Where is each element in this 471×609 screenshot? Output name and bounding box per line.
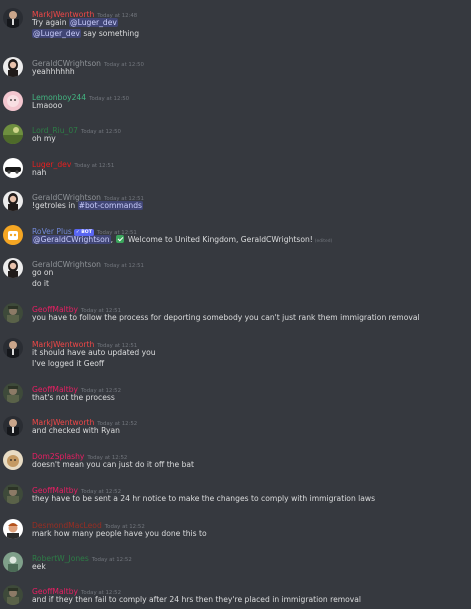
avatar-suit-man[interactable] [3, 416, 23, 436]
text-span: it should have auto updated you [32, 348, 156, 357]
text-span: nah [32, 168, 47, 177]
chat-message[interactable]: GeoffMaltby Today at 12:52 they have to be… [0, 482, 471, 512]
text-span: yeahhhhhh [32, 67, 75, 76]
user-mention[interactable]: @GeraldCWrightson [32, 235, 111, 244]
message-text: mark how many people have you done this … [32, 528, 207, 539]
message-timestamp[interactable]: Today at 12:50 [81, 129, 121, 135]
avatar-green-landscape[interactable] [3, 124, 23, 144]
chat-message[interactable]: Lord_Riu_07 Today at 12:50 oh my [0, 122, 471, 152]
text-span: and checked with Ryan [32, 426, 120, 435]
chat-message[interactable]: GeoffMaltby Today at 12:52 that's not the … [0, 381, 471, 411]
message-text: and if they then fail to comply after 24… [32, 594, 361, 605]
chat-message[interactable]: MarkJWentworth Today at 12:52 and checked … [0, 414, 471, 444]
text-span: they have to be sent a 24 hr notice to m… [32, 494, 376, 503]
chat-message[interactable]: GeraldCWrightson Today at 12:50 yeahhhhhh [0, 55, 471, 85]
text-span: !getroles in [32, 201, 78, 210]
text-span: Try again [32, 18, 70, 27]
text-span: you have to follow the process for depor… [32, 313, 420, 322]
text-span: and if they then fail to comply after 24… [32, 595, 362, 604]
message-text: !getroles in #bot-commands [32, 200, 144, 211]
message-text: they have to be sent a 24 hr notice to m… [32, 493, 375, 504]
message-text: that's not the process [32, 392, 115, 403]
avatar-green-figure[interactable] [3, 552, 23, 572]
message-text: doesn't mean you can just do it off the … [32, 459, 194, 470]
text-span: doesn't mean you can just do it off the … [32, 460, 195, 469]
chat-message[interactable]: Luger_dev Today at 12:51 nah [0, 156, 471, 186]
avatar-dog[interactable] [3, 450, 23, 470]
avatar-soldier[interactable] [3, 303, 23, 323]
text-span: do it [32, 279, 49, 288]
text-span: I've logged it Geoff [32, 359, 105, 368]
avatar-ginger-man[interactable] [3, 519, 23, 539]
message-header: RobertW_Jones Today at 12:52 [32, 550, 132, 566]
text-span: oh my [32, 134, 56, 143]
chat-message[interactable]: RoVer Plus ✓ BOT Today at 12:51 @GeraldCWri… [0, 223, 471, 253]
message-text: it should have auto updated you [32, 347, 156, 358]
message-timestamp[interactable]: Today at 12:51 [104, 263, 144, 269]
avatar-soldier[interactable] [3, 585, 23, 605]
user-mention[interactable]: @Luger_dev [32, 29, 81, 38]
chat-message[interactable]: Lemonboy244 Today at 12:50 Lmaooo [0, 89, 471, 119]
check-mark-icon [116, 235, 125, 243]
message-text: @GeraldCWrightson, Welcome to United Kin… [32, 234, 332, 247]
message-timestamp[interactable]: Today at 12:51 [74, 163, 114, 169]
avatar-rover-bot[interactable] [3, 225, 23, 245]
chat-message[interactable]: DesmondMacLeod Today at 12:52 mark how man… [0, 517, 471, 547]
message-text: I've logged it Geoff [32, 358, 104, 369]
text-span: eek [32, 562, 46, 571]
avatar-pink-face[interactable] [3, 91, 23, 111]
text-span: go on [32, 268, 54, 277]
avatar-suit-man[interactable] [3, 338, 23, 358]
chat-message[interactable]: GeraldCWrightson Today at 12:51 go on do it [0, 256, 471, 289]
avatar-woman-dark-hair[interactable] [3, 258, 23, 278]
chat-message[interactable]: GeraldCWrightson Today at 12:51 !getroles … [0, 189, 471, 219]
message-timestamp[interactable]: Today at 12:52 [92, 557, 132, 563]
message-text: nah [32, 167, 46, 178]
chat-message[interactable]: RobertW_Jones Today at 12:52 eek [0, 550, 471, 580]
message-text: do it [32, 278, 49, 289]
chat-message[interactable]: MarkJWentworth Today at 12:51 it should ha… [0, 336, 471, 369]
message-timestamp[interactable]: Today at 12:50 [89, 96, 129, 102]
message-text: oh my [32, 133, 56, 144]
avatar-suit-man[interactable] [3, 8, 23, 28]
message-text: Lmaooo [32, 100, 62, 111]
text-span: mark how many people have you done this … [32, 529, 207, 538]
chat-message[interactable]: MarkJWentworth Today at 12:48 Try again @L… [0, 6, 471, 39]
chat-message[interactable]: GeoffMaltby Today at 12:51 you have to fol… [0, 301, 471, 331]
user-mention[interactable]: @Luger_dev [69, 18, 118, 27]
channel-mention[interactable]: #bot-commands [77, 201, 144, 210]
edited-label: (edited) [314, 239, 333, 244]
chat-message[interactable]: Dom2Splashy Today at 12:52 doesn't mean yo… [0, 448, 471, 478]
avatar-soldier[interactable] [3, 383, 23, 403]
avatar-woman-dark-hair[interactable] [3, 57, 23, 77]
text-span: say something [80, 29, 140, 38]
message-timestamp[interactable]: Today at 12:50 [104, 62, 144, 68]
message-text: you have to follow the process for depor… [32, 312, 420, 323]
avatar-soldier[interactable] [3, 484, 23, 504]
message-text: @Luger_dev say something [32, 28, 139, 39]
chat-message-list[interactable]: MarkJWentworth Today at 12:48 Try again @L… [0, 0, 471, 609]
message-text: and checked with Ryan [32, 425, 120, 436]
message-text: yeahhhhhh [32, 66, 75, 77]
message-text: eek [32, 561, 46, 572]
avatar-car[interactable] [3, 158, 23, 178]
text-span: Lmaooo [32, 101, 63, 110]
message-text: go on [32, 267, 53, 278]
text-span: that's not the process [32, 393, 115, 402]
message-text: Try again @Luger_dev [32, 17, 118, 28]
avatar-woman-dark-hair[interactable] [3, 191, 23, 211]
chat-message[interactable]: GeoffMaltby Today at 12:52 and if they the… [0, 583, 471, 609]
text-span: Welcome to United Kingdom, GeraldCWright… [125, 235, 313, 244]
text-span: , [110, 235, 116, 244]
